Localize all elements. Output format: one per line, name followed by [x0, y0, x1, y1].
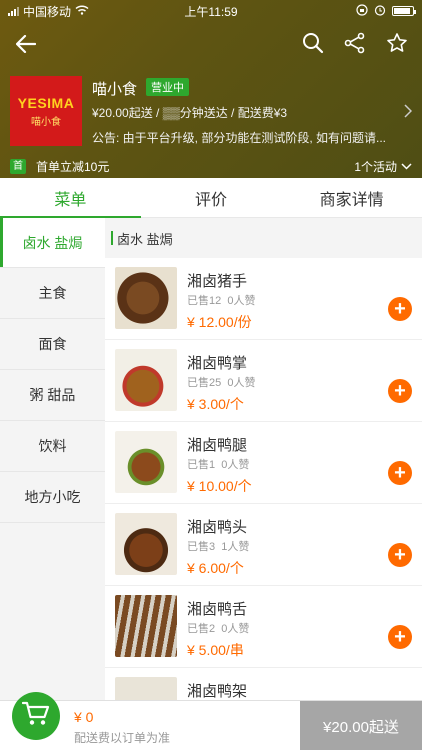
- shop-logo: YESIMA 喵小食: [10, 76, 82, 146]
- dish-stats: 已售3 1人赞: [187, 541, 250, 553]
- sidebar-item-noodles[interactable]: 面食: [0, 319, 105, 370]
- add-to-cart-button[interactable]: +: [388, 379, 412, 403]
- sidebar-item-congee-dessert[interactable]: 粥 甜品: [0, 370, 105, 421]
- shop-notice: 公告: 由于平台升级, 部分功能在测试阶段, 如有问题请...: [92, 131, 387, 145]
- menu-list: 卤水 盐焗 湘卤猪手 已售12 0人赞 ¥ 12.00/份 + 湘卤鸭掌 已售2…: [105, 218, 422, 700]
- sidebar-item-staple[interactable]: 主食: [0, 268, 105, 319]
- tab-merchant-details[interactable]: 商家详情: [281, 178, 422, 217]
- shop-header: 中国移动 上午11:59 YESIMA 喵小食 喵小食 营业中 ¥20.00起送…: [0, 0, 422, 178]
- back-arrow-icon[interactable]: [12, 30, 40, 58]
- dish-price: ¥ 5.00/串: [187, 642, 244, 658]
- sidebar-item-drinks[interactable]: 饮料: [0, 421, 105, 472]
- delivery-fee-note: 配送费以订单为准: [74, 731, 171, 745]
- dish-image: [115, 677, 177, 700]
- dish-image: [115, 513, 177, 575]
- tab-menu[interactable]: 菜单: [0, 178, 141, 218]
- carrier-label: 中国移动: [23, 4, 72, 19]
- cart-button[interactable]: [12, 692, 60, 740]
- dish-name: 湘卤鸭架: [187, 683, 248, 700]
- list-item[interactable]: 湘卤鸭掌 已售25 0人赞 ¥ 3.00/个 +: [105, 340, 422, 422]
- chevron-right-icon: [404, 104, 413, 123]
- category-sidebar: 卤水 盐焗 主食 面食 粥 甜品 饮料 地方小吃: [0, 218, 105, 700]
- add-to-cart-button[interactable]: +: [388, 297, 412, 321]
- list-item[interactable]: 湘卤鸭舌 已售2 0人赞 ¥ 5.00/串 +: [105, 586, 422, 668]
- dish-image: [115, 267, 177, 329]
- dish-price: ¥ 12.00/份: [187, 314, 252, 330]
- category-header: 卤水 盐焗: [105, 218, 422, 258]
- dish-stats: 已售25 0人赞: [187, 377, 256, 389]
- signal-icon: [8, 6, 19, 16]
- status-bar: 中国移动 上午11:59: [0, 0, 422, 22]
- tab-reviews[interactable]: 评价: [141, 178, 282, 217]
- dish-stats: 已售2 0人赞: [187, 623, 250, 635]
- promo-row[interactable]: 首 首单立减10元 1个活动: [10, 156, 412, 176]
- dish-name: 湘卤鸭舌: [187, 601, 248, 618]
- dish-stats: 已售1 0人赞: [187, 459, 250, 471]
- wifi-icon: [75, 4, 89, 18]
- first-order-badge: 首: [10, 158, 26, 174]
- list-item[interactable]: 湘卤鸭架: [105, 668, 422, 700]
- clock: 上午11:59: [184, 4, 238, 19]
- add-to-cart-button[interactable]: +: [388, 543, 412, 567]
- dish-name: 湘卤鸭头: [187, 519, 248, 536]
- promo-text: 首单立减10元: [36, 159, 110, 174]
- search-icon[interactable]: [300, 30, 326, 56]
- list-item[interactable]: 湘卤鸭头 已售3 1人赞 ¥ 6.00/个 +: [105, 504, 422, 586]
- battery-icon: [392, 6, 416, 16]
- dish-image: [115, 349, 177, 411]
- dish-price: ¥ 10.00/个: [187, 478, 252, 494]
- sidebar-item-braised[interactable]: 卤水 盐焗: [0, 218, 105, 268]
- dish-price: ¥ 6.00/个: [187, 560, 244, 576]
- cart-bar: ¥ 0 配送费以订单为准 ¥20.00起送: [0, 692, 422, 750]
- delivery-info: ¥20.00起送 / ▒▒分钟送达 / 配送费¥3: [92, 106, 288, 120]
- dish-name: 湘卤猪手: [187, 273, 248, 290]
- chevron-down-icon: [401, 159, 412, 173]
- category-title: 卤水 盐焗: [117, 231, 173, 247]
- share-icon[interactable]: [342, 30, 368, 56]
- shop-summary[interactable]: YESIMA 喵小食 喵小食 营业中 ¥20.00起送 / ▒▒分钟送达 / 配…: [10, 76, 413, 146]
- cart-total: ¥ 0: [74, 709, 94, 725]
- activities-toggle[interactable]: 1个活动: [354, 158, 412, 175]
- checkout-button[interactable]: ¥20.00起送: [300, 701, 422, 750]
- list-item[interactable]: 湘卤猪手 已售12 0人赞 ¥ 12.00/份 +: [105, 258, 422, 340]
- sidebar-item-local-snacks[interactable]: 地方小吃: [0, 472, 105, 523]
- add-to-cart-button[interactable]: +: [388, 625, 412, 649]
- cart-icon: [21, 701, 50, 732]
- dish-name: 湘卤鸭掌: [187, 355, 248, 372]
- add-to-cart-button[interactable]: +: [388, 461, 412, 485]
- category-marker: [111, 231, 113, 245]
- status-badge: 营业中: [146, 78, 189, 96]
- dish-stats: 已售12 0人赞: [187, 295, 256, 307]
- top-nav: [0, 22, 422, 66]
- dish-image: [115, 595, 177, 657]
- dish-price: ¥ 3.00/个: [187, 396, 244, 412]
- shop-name: 喵小食: [92, 81, 138, 98]
- rotation-lock-icon: [356, 3, 368, 19]
- dish-image: [115, 431, 177, 493]
- tab-bar: 菜单 评价 商家详情: [0, 178, 422, 218]
- favorite-star-icon[interactable]: [384, 30, 410, 56]
- activities-count: 1个活动: [354, 159, 397, 174]
- dish-name: 湘卤鸭腿: [187, 437, 248, 454]
- list-item[interactable]: 湘卤鸭腿 已售1 0人赞 ¥ 10.00/个 +: [105, 422, 422, 504]
- alarm-icon: [374, 4, 386, 19]
